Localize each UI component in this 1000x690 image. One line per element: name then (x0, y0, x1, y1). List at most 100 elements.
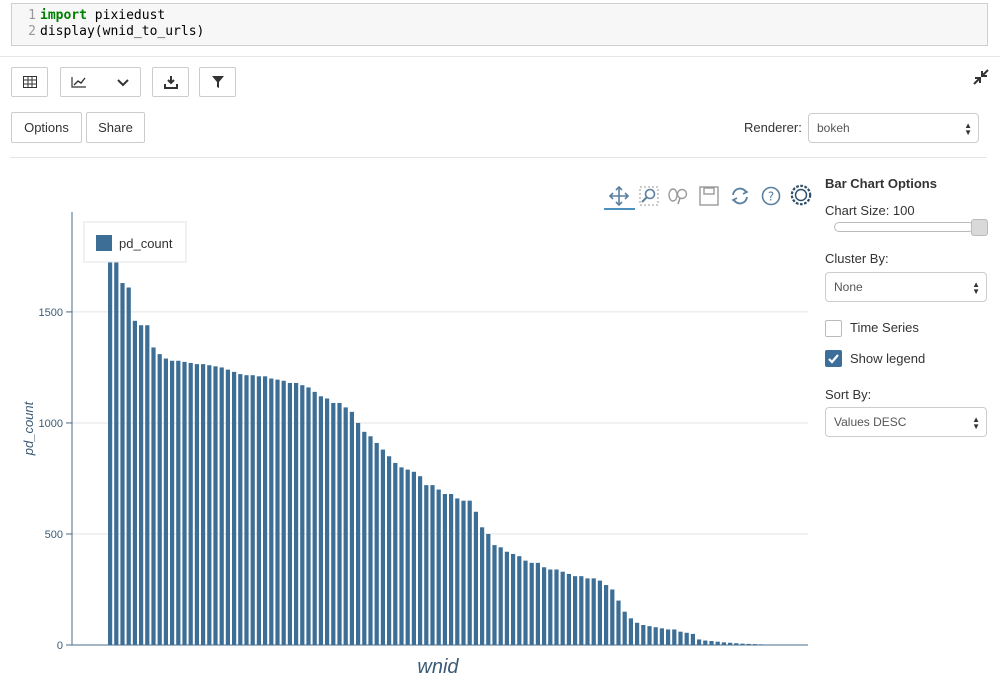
checkmark-icon (826, 351, 841, 366)
bar (114, 261, 118, 645)
select-arrows-icon: ▲▼ (972, 416, 980, 430)
sort-by-select[interactable]: Values DESC ▲▼ (825, 407, 987, 437)
bar (548, 570, 552, 645)
line-number: 1 (12, 8, 40, 24)
legend-label: pd_count (119, 236, 173, 251)
y-tick-label: 500 (45, 529, 63, 541)
y-tick-label: 1000 (39, 418, 63, 430)
bar (232, 372, 236, 645)
bar (437, 490, 441, 645)
download-icon (164, 76, 178, 89)
y-tick-label: 0 (57, 640, 63, 652)
bar (406, 470, 410, 645)
bar (269, 379, 273, 645)
renderer-select[interactable]: bokeh ▲▼ (808, 113, 979, 143)
bar (492, 545, 496, 645)
renderer-label: Renderer: (744, 120, 802, 135)
bar (486, 534, 490, 645)
bar (536, 563, 540, 645)
time-series-checkbox[interactable] (825, 320, 842, 337)
code-cell[interactable]: 1import pixiedust 2display(wnid_to_urls) (11, 3, 988, 46)
chart-type-button[interactable] (60, 67, 141, 97)
bar (399, 467, 403, 645)
options-button[interactable]: Options (11, 112, 82, 143)
download-button[interactable] (152, 67, 189, 97)
bar (728, 643, 732, 645)
bar (325, 399, 329, 645)
bar (393, 463, 397, 645)
bar (616, 601, 620, 645)
cluster-by-value: None (834, 280, 863, 294)
bar (654, 627, 658, 645)
section-divider (10, 157, 987, 158)
bar (387, 456, 391, 645)
select-arrows-icon: ▲▼ (964, 122, 972, 136)
bar (635, 623, 639, 645)
bar (288, 383, 292, 645)
filter-button[interactable] (199, 67, 236, 97)
bar (145, 325, 149, 645)
bar (480, 527, 484, 645)
bar (579, 576, 583, 645)
bar (455, 498, 459, 645)
cluster-by-select[interactable]: None ▲▼ (825, 272, 987, 302)
line-number: 2 (12, 24, 40, 40)
bar (381, 450, 385, 645)
bar (313, 392, 317, 645)
bar (213, 366, 217, 645)
collapse-arrows-icon[interactable] (972, 68, 990, 86)
line-chart-icon (71, 76, 87, 88)
time-series-label: Time Series (850, 320, 919, 335)
bar (598, 581, 602, 645)
bar (344, 407, 348, 645)
chart-size-label: Chart Size: 100 (825, 203, 915, 218)
select-arrows-icon: ▲▼ (972, 281, 980, 295)
bar-chart: 050010001500pd_countwnidpd_count (0, 160, 815, 685)
bar (226, 370, 230, 645)
bar (275, 380, 279, 645)
table-icon (23, 76, 37, 88)
bar (337, 403, 341, 645)
bar (660, 628, 664, 645)
bar (350, 412, 354, 645)
bar (511, 554, 515, 645)
bar (151, 347, 155, 645)
cluster-by-label: Cluster By: (825, 251, 889, 266)
table-view-button[interactable] (11, 67, 48, 97)
code-text: display(wnid_to_urls) (40, 24, 204, 39)
bar (331, 403, 335, 645)
chart-size-slider[interactable] (834, 222, 974, 232)
bar (641, 625, 645, 645)
show-legend-checkbox[interactable] (825, 350, 842, 367)
code-text: pixiedust (87, 8, 165, 23)
bar (753, 644, 757, 645)
bar (133, 321, 137, 645)
bar-chart-svg: 050010001500pd_countwnidpd_count (0, 160, 815, 685)
bar (430, 485, 434, 645)
chart-size-slider-handle[interactable] (971, 219, 988, 236)
bar (207, 365, 211, 645)
bar (716, 642, 720, 645)
bar (623, 612, 627, 645)
renderer-value: bokeh (817, 121, 850, 135)
bar (585, 578, 589, 645)
bar (740, 644, 744, 645)
bar (164, 359, 168, 645)
bar (127, 287, 131, 645)
filter-icon (212, 76, 224, 88)
bar (610, 589, 614, 645)
bar (561, 572, 565, 645)
bar (182, 362, 186, 645)
bar (251, 375, 255, 645)
bar (412, 472, 416, 645)
bar (592, 578, 596, 645)
bar (567, 574, 571, 645)
bar (678, 632, 682, 645)
bar (362, 432, 366, 645)
share-button[interactable]: Share (86, 112, 145, 143)
sort-by-label: Sort By: (825, 387, 871, 402)
bar (158, 354, 162, 645)
bar (418, 476, 422, 645)
bar (685, 633, 689, 645)
bar (139, 325, 143, 645)
